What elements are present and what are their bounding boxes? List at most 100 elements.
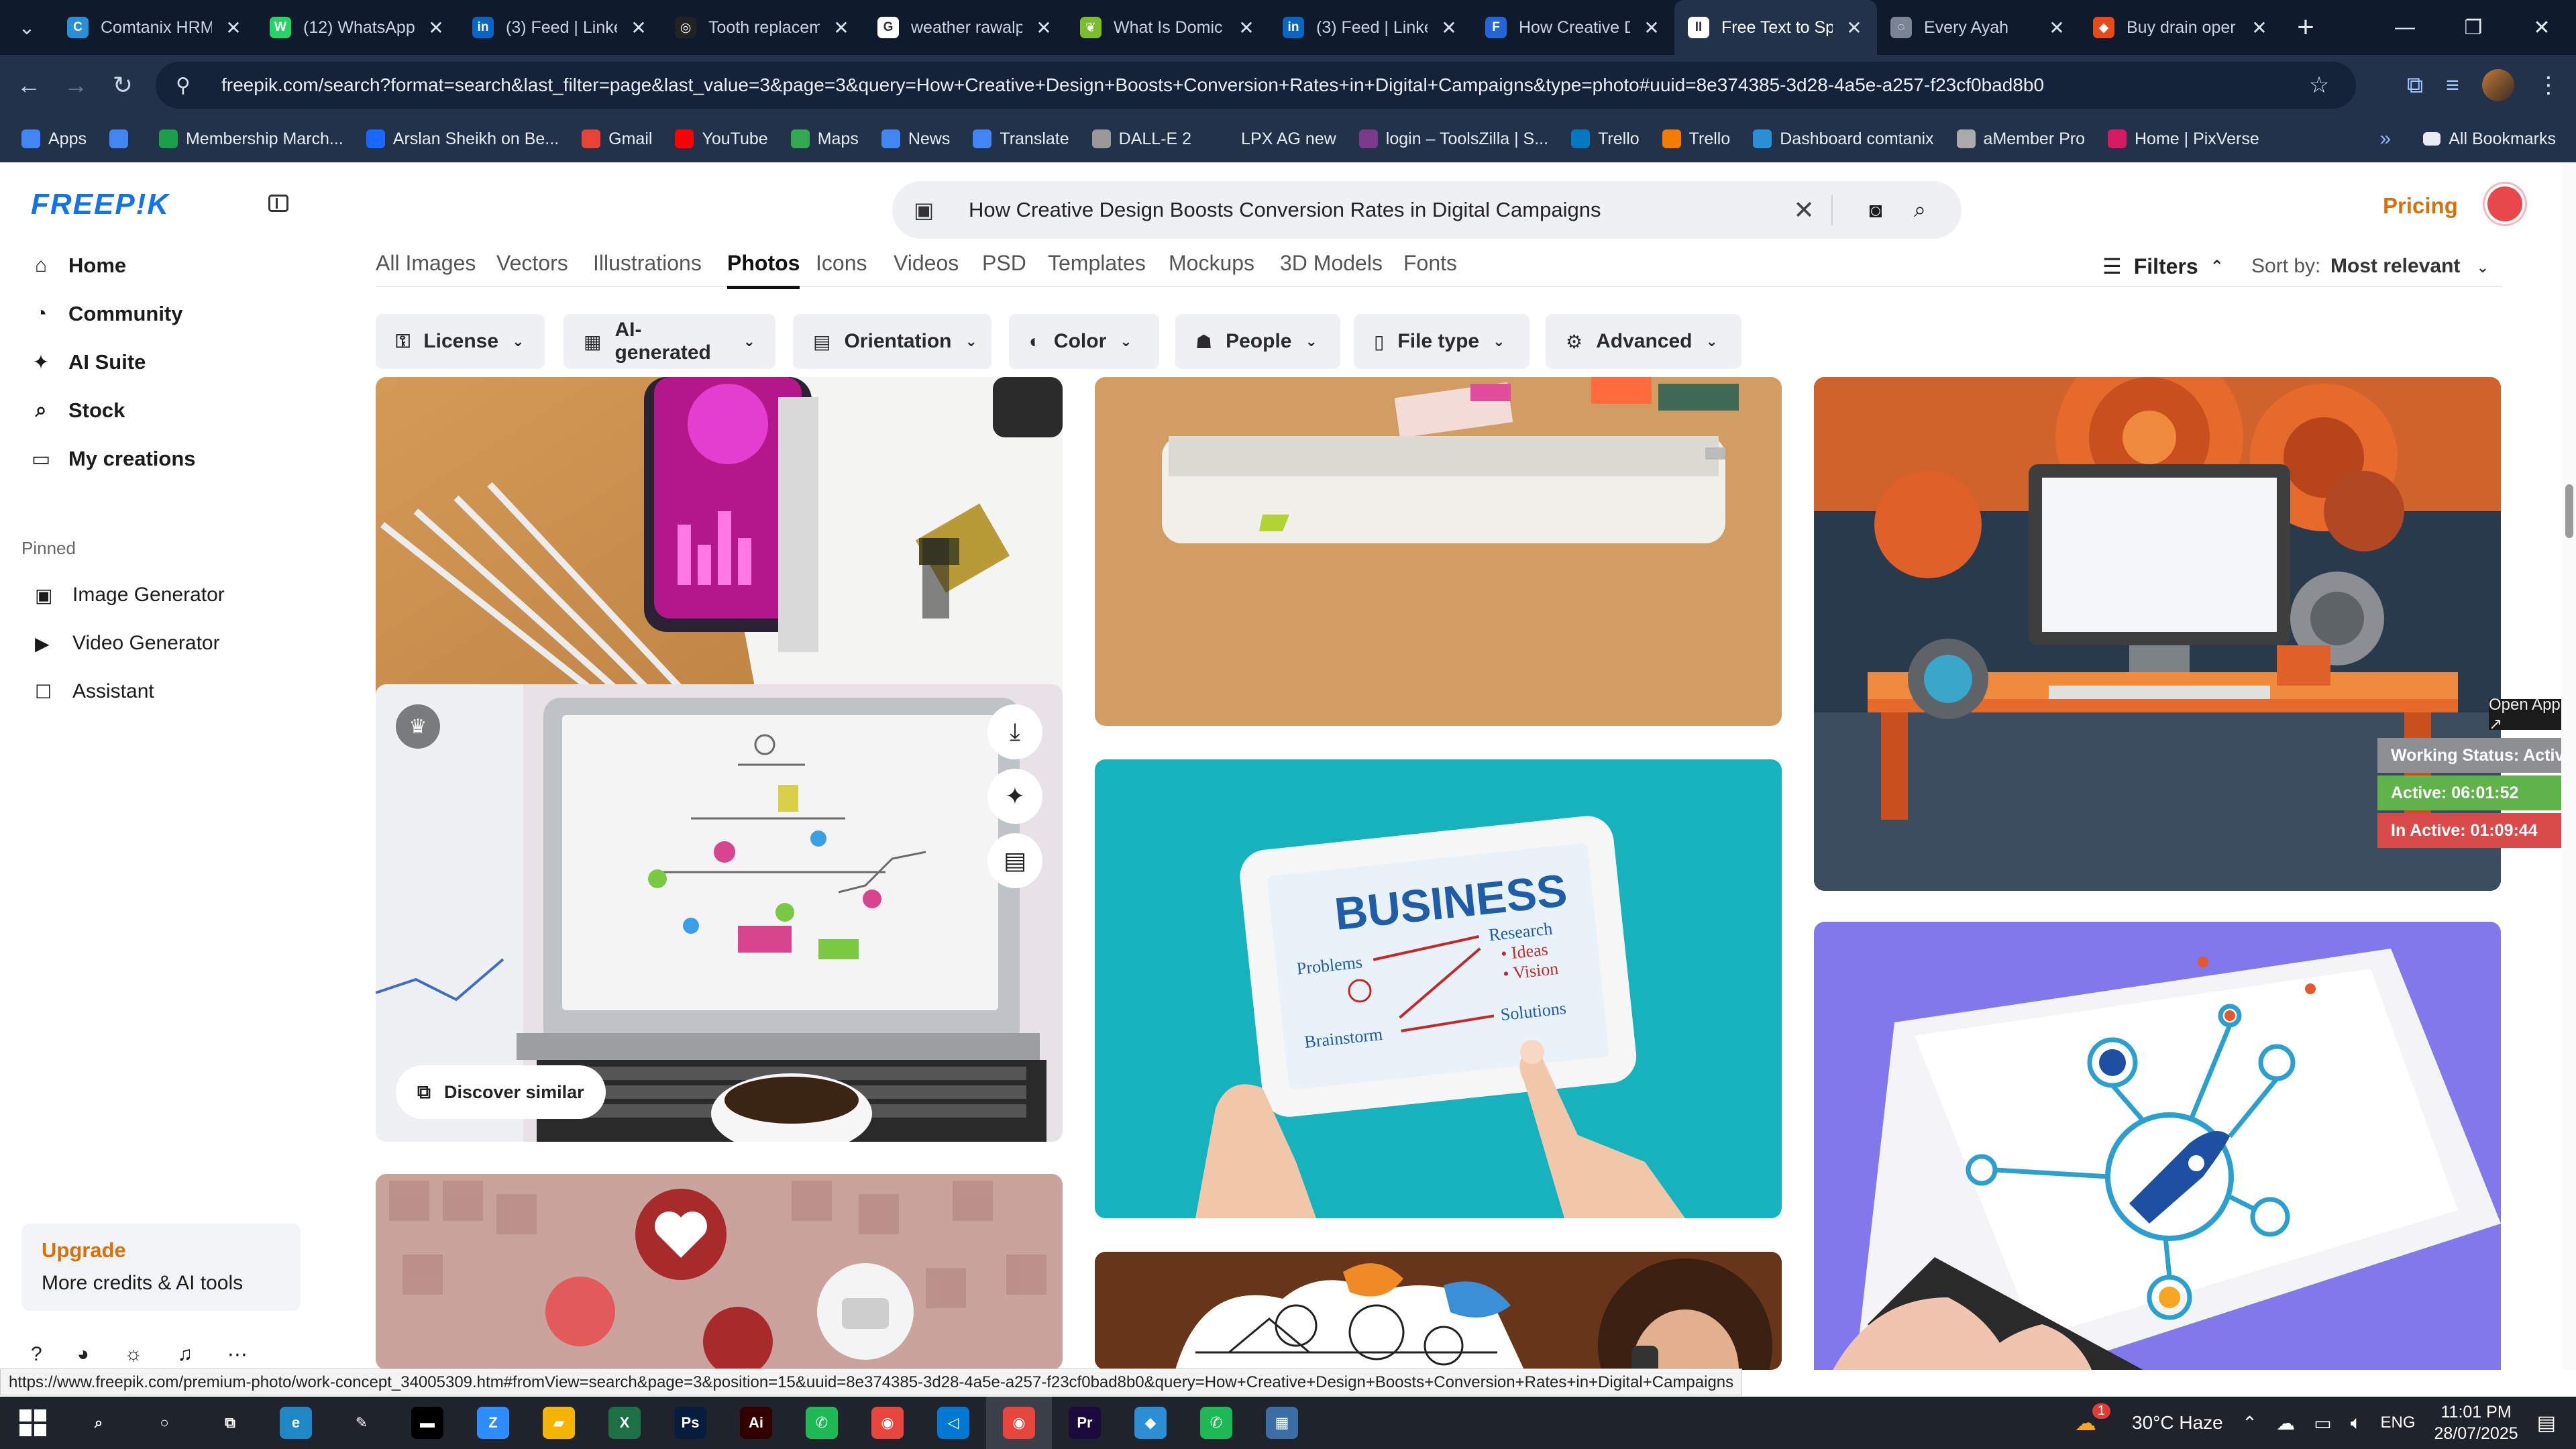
- taskbar-illustrator[interactable]: Ai: [723, 1397, 789, 1449]
- taskbar-pen[interactable]: ✎: [329, 1397, 394, 1449]
- browser-tab[interactable]: ◌ Every Ayah ✕: [1877, 0, 2080, 55]
- tab-videos[interactable]: Videos: [894, 251, 959, 276]
- result-image-social-icons[interactable]: [376, 1174, 1063, 1370]
- bookmark-item[interactable]: Gmail: [582, 129, 652, 149]
- taskbar-search[interactable]: ⌕: [66, 1397, 131, 1449]
- profile-avatar[interactable]: [2482, 69, 2514, 101]
- extensions-icon[interactable]: ⧉: [2407, 72, 2423, 99]
- start-button[interactable]: [0, 1397, 66, 1449]
- tab-close-icon[interactable]: ✕: [2250, 17, 2269, 39]
- taskbar-premiere[interactable]: Pr: [1052, 1397, 1118, 1449]
- ai-edit-sparkle-icon[interactable]: ✦: [987, 769, 1042, 824]
- language-indicator[interactable]: ENG: [2381, 1413, 2416, 1432]
- tab-close-icon[interactable]: ✕: [224, 17, 243, 39]
- tab-illustrations[interactable]: Illustrations: [593, 251, 702, 276]
- bookmark-item[interactable]: DALL-E 2: [1091, 129, 1191, 149]
- result-image-laptop-rocket[interactable]: [1814, 922, 2501, 1370]
- pinned-item-assistant[interactable]: ☐ Assistant: [35, 680, 154, 703]
- browser-tab[interactable]: in (3) Feed | Linke ✕: [1269, 0, 1472, 55]
- taskbar-excel[interactable]: X: [592, 1397, 657, 1449]
- bookmark-item[interactable]: login – ToolsZilla | S...: [1358, 129, 1548, 149]
- help-icon[interactable]: ?: [31, 1343, 42, 1366]
- result-image-desk-monitor[interactable]: [1095, 377, 1782, 726]
- result-image-laptop-doodles[interactable]: ♛ ⤓ ✦ ▤ ⧉ Discover similar: [376, 684, 1063, 1142]
- page-scrollbar[interactable]: [2561, 162, 2576, 1370]
- taskbar-edge[interactable]: e: [263, 1397, 329, 1449]
- bookmark-item[interactable]: Translate: [973, 129, 1069, 149]
- filter-license[interactable]: ⚿ License ⌄: [376, 314, 545, 369]
- bookmark-item[interactable]: Apps: [21, 129, 87, 149]
- browser-tab[interactable]: II Free Text to Sp ✕: [1674, 0, 1877, 55]
- download-icon[interactable]: ⤓: [987, 704, 1042, 759]
- tab-fonts[interactable]: Fonts: [1403, 251, 1457, 276]
- bookmark-item[interactable]: LPX AG new: [1214, 129, 1336, 149]
- tab-close-icon[interactable]: ✕: [832, 17, 851, 39]
- browser-tab[interactable]: Gweather rawalp ✕: [864, 0, 1067, 55]
- user-avatar[interactable]: [2485, 184, 2525, 224]
- tab-icons[interactable]: Icons: [816, 251, 867, 276]
- notification-bell-icon[interactable]: ♫: [177, 1343, 193, 1366]
- theme-sun-icon[interactable]: ☼: [124, 1343, 143, 1366]
- back-button[interactable]: ←: [5, 55, 52, 115]
- discord-icon[interactable]: ◕: [77, 1343, 89, 1366]
- tab-close-icon[interactable]: ✕: [1642, 17, 1661, 39]
- bookmark-item[interactable]: Trello: [1662, 129, 1730, 149]
- pricing-link[interactable]: Pricing: [2383, 193, 2458, 219]
- tab-photos[interactable]: Photos: [727, 251, 800, 289]
- new-tab-button[interactable]: +: [2282, 0, 2329, 55]
- sidebar-item-my-creations[interactable]: ▭ My creations: [31, 447, 196, 471]
- sidebar-item-community[interactable]: ◔ Community: [31, 302, 183, 326]
- sort-dropdown[interactable]: Most relevant ⌄: [2330, 255, 2489, 278]
- discover-similar-button[interactable]: ⧉ Discover similar: [396, 1065, 606, 1119]
- browser-tab[interactable]: ❦ What Is Domic ✕: [1067, 0, 1269, 55]
- close-window-button[interactable]: ✕: [2508, 0, 2576, 55]
- notification-center-icon[interactable]: ▤: [2537, 1411, 2556, 1435]
- volume-icon[interactable]: 🔈︎: [2351, 1412, 2362, 1434]
- taskbar-terminal[interactable]: ▬: [394, 1397, 460, 1449]
- all-bookmarks-button[interactable]: All Bookmarks: [2423, 129, 2556, 149]
- upgrade-card[interactable]: Upgrade More credits & AI tools: [21, 1224, 301, 1311]
- tab-close-icon[interactable]: ✕: [1440, 17, 1458, 39]
- taskbar-zoom[interactable]: Z: [460, 1397, 526, 1449]
- tab-templates[interactable]: Templates: [1048, 251, 1146, 276]
- bookmark-item[interactable]: Maps: [790, 129, 859, 149]
- network-icon[interactable]: ▭: [2314, 1412, 2331, 1434]
- tab-close-icon[interactable]: ✕: [2047, 17, 2066, 39]
- bookmark-item[interactable]: Arslan Sheikh on Be...: [366, 129, 559, 149]
- taskbar-task-view[interactable]: ⧉: [197, 1397, 263, 1449]
- taskbar-cortana[interactable]: ○: [131, 1397, 197, 1449]
- chevron-up-icon[interactable]: ⌃: [2242, 1412, 2257, 1434]
- taskbar-chrome-active[interactable]: ◉: [986, 1397, 1052, 1449]
- bookmark-item[interactable]: [109, 129, 136, 148]
- filter-file-type[interactable]: ▯ File type ⌄: [1354, 314, 1529, 369]
- bookmark-item[interactable]: Home | PixVerse: [2108, 129, 2259, 149]
- search-input[interactable]: How Creative Design Boosts Conversion Ra…: [954, 198, 1792, 222]
- minimize-button[interactable]: —: [2371, 0, 2439, 55]
- bookmark-item[interactable]: aMember Pro: [1956, 129, 2085, 149]
- bookmark-item[interactable]: News: [881, 129, 950, 149]
- tab-3d-models[interactable]: 3D Models: [1280, 251, 1383, 276]
- pinned-item-image-generator[interactable]: ▣ Image Generator: [35, 584, 225, 606]
- taskbar-chrome[interactable]: ◉: [855, 1397, 920, 1449]
- weather-text[interactable]: 30°C Haze: [2132, 1412, 2223, 1434]
- taskbar-explorer[interactable]: ▰: [526, 1397, 592, 1449]
- onedrive-icon[interactable]: ☁: [2276, 1412, 2295, 1434]
- more-dots-icon[interactable]: ⋯: [227, 1343, 248, 1366]
- taskbar-calculator[interactable]: ▦: [1249, 1397, 1315, 1449]
- result-image-business-tablet[interactable]: BUSINESS Problems Research • Ideas • Vis…: [1095, 759, 1782, 1218]
- taskbar-vscode[interactable]: ◁: [920, 1397, 986, 1449]
- taskbar-phone[interactable]: ✆: [789, 1397, 855, 1449]
- more-bookmarks-icon[interactable]: »: [2380, 127, 2392, 150]
- scrollbar-thumb[interactable]: [2565, 484, 2573, 538]
- forward-button[interactable]: →: [52, 55, 99, 115]
- site-info-icon[interactable]: ⚲: [176, 74, 205, 97]
- reload-button[interactable]: ↻: [99, 55, 146, 115]
- tab-close-icon[interactable]: ✕: [1237, 17, 1256, 39]
- clear-search-icon[interactable]: ✕: [1792, 195, 1833, 225]
- browser-tab[interactable]: in (3) Feed | Linke ✕: [459, 0, 661, 55]
- bookmark-item[interactable]: YouTube: [675, 129, 768, 149]
- sidebar-item-home[interactable]: ⌂ Home: [31, 254, 126, 278]
- taskbar-app-x[interactable]: ◆: [1118, 1397, 1183, 1449]
- search-icon[interactable]: ⌕: [1900, 197, 1940, 223]
- browser-tab[interactable]: ◎ Tooth replacem ✕: [661, 0, 864, 55]
